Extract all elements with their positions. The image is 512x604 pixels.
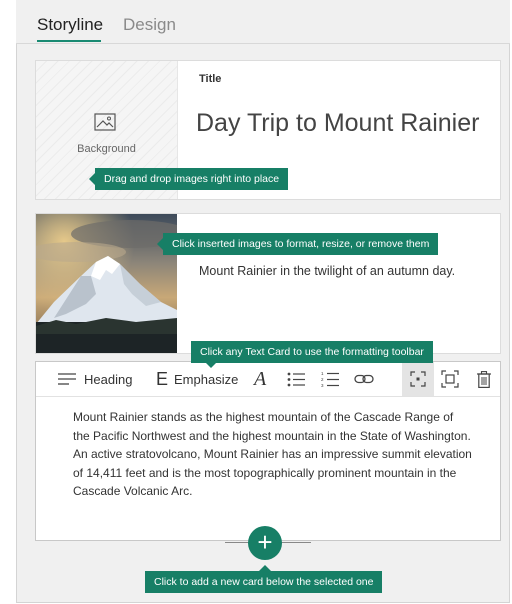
background-label: Background: [77, 143, 136, 155]
text-card[interactable]: Heading E Emphasize A 1 2 3 Mount Rainie…: [35, 361, 501, 541]
formatting-toolbar: Heading E Emphasize A 1 2 3: [36, 362, 500, 397]
title-label: Title: [199, 73, 222, 85]
image-caption[interactable]: Mount Rainier in the twilight of an autu…: [199, 262, 469, 280]
emphasize-icon: E: [156, 368, 169, 389]
tooltip-click-images: Click inserted images to format, resize,…: [156, 233, 439, 255]
text-card-body[interactable]: Mount Rainier stands as the highest moun…: [73, 408, 473, 501]
mountain-photo[interactable]: [36, 214, 177, 353]
emphasize-button[interactable]: E Emphasize: [156, 362, 238, 396]
link-button[interactable]: [354, 362, 374, 396]
focus-frame-button[interactable]: [402, 362, 434, 396]
frame-icon: [441, 370, 459, 388]
trash-icon: [477, 370, 491, 388]
bullet-list-button[interactable]: [287, 362, 305, 396]
add-card-button[interactable]: +: [248, 526, 282, 560]
svg-text:2: 2: [321, 377, 324, 382]
numbered-list-button[interactable]: 1 2 3: [321, 362, 339, 396]
numbered-list-icon: 1 2 3: [321, 371, 339, 387]
tab-design[interactable]: Design: [123, 15, 176, 35]
focus-frame-icon: [410, 371, 426, 387]
delete-button[interactable]: [477, 362, 491, 396]
link-icon: [354, 374, 374, 384]
active-tab-indicator: [37, 40, 101, 42]
heading-icon: [58, 373, 76, 385]
bullet-list-icon: [287, 372, 305, 386]
frame-button[interactable]: [441, 362, 459, 396]
tooltip-text-card: Click any Text Card to use the formattin…: [191, 341, 433, 368]
heading-button[interactable]: Heading: [58, 362, 132, 396]
tooltip-drag-drop: Drag and drop images right into place: [88, 168, 289, 190]
page-title[interactable]: Day Trip to Mount Rainier: [196, 109, 479, 138]
heading-label: Heading: [84, 371, 133, 387]
tooltip-add-card: Click to add a new card below the select…: [145, 565, 383, 593]
svg-text:1: 1: [321, 371, 324, 376]
tab-bar: Storyline Design: [16, 0, 510, 44]
tab-storyline[interactable]: Storyline: [37, 15, 103, 35]
italic-font-icon: A: [254, 367, 267, 390]
image-icon: [94, 113, 116, 131]
font-style-button[interactable]: A: [254, 362, 266, 396]
svg-text:3: 3: [321, 383, 324, 387]
